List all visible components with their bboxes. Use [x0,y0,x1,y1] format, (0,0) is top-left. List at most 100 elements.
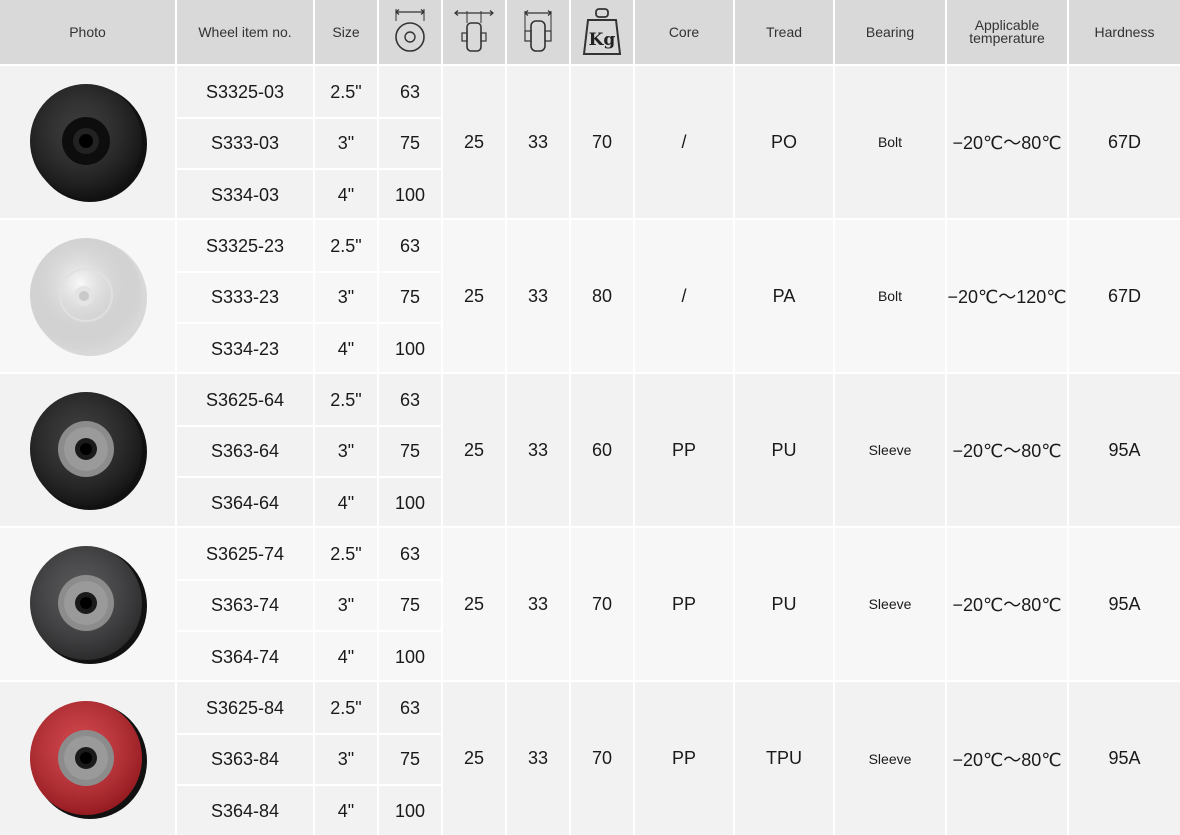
length-value: 33 [527,439,549,460]
diameter-value: 63 [399,81,421,102]
diameter-value: 63 [399,389,421,410]
diameter-value: 63 [399,697,421,718]
row-divider [177,425,441,427]
product-group: S3625-64 2.5" 63 S363-64 3" 75 S364-64 4" 100 25 3… [0,374,1180,526]
hardness-value: 95A [1108,439,1141,460]
hardness-value: 95A [1108,748,1141,768]
header-hardness: Hardness [1069,0,1180,64]
tread-value: PO [770,131,797,152]
bearing-value: Sleeve [868,596,912,612]
hardness-value: 67D [1107,285,1142,306]
tread-value: PA [772,285,796,306]
size-value: 2.5" [330,81,362,102]
length-value: 33 [527,131,549,152]
temperature-value: −20℃～80℃ [952,441,1062,461]
item-number: S363-64 [210,440,280,461]
load-value: 70 [591,593,613,614]
item-number: S3325-23 [205,235,285,256]
header-core: Core [635,0,733,64]
wheel-width-icon [443,0,505,64]
diameter-value: 63 [399,543,421,564]
size-value: 4" [337,492,355,513]
tread-value: PU [771,439,797,460]
length-value: 33 [527,748,549,768]
size-value: 2.5" [330,543,362,564]
bearing-value: Sleeve [868,750,912,767]
load-icon-text: Kg [589,30,616,50]
item-number: S333-03 [210,132,280,153]
load-value: 60 [591,439,613,460]
width-value: 25 [463,285,485,306]
size-value: 4" [337,646,355,667]
diameter-value: 75 [399,748,421,769]
row-divider [177,117,441,119]
temperature-value: −20℃～120℃ [947,287,1067,307]
bearing-value: Bolt [877,134,903,150]
row-divider [177,784,441,786]
item-number: S3625-74 [205,543,285,564]
temperature-value: −20℃～80℃ [952,749,1062,770]
product-group: S3325-03 2.5" 63 S333-03 3" 75 S334-03 4" 100 25 3… [0,66,1180,218]
header-tread: Tread [735,0,833,64]
temperature-value: −20℃～80℃ [952,595,1062,615]
row-divider [177,168,441,170]
item-number: S364-74 [210,646,280,667]
product-group: S3625-74 2.5" 63 S363-74 3" 75 S364-74 4" 100 25 3… [0,528,1180,680]
product-group: S3325-23 2.5" 63 S333-23 3" 75 S334-23 4" 100 25 3… [0,220,1180,372]
core-value: / [681,131,687,152]
bearing-value: Bolt [877,288,903,304]
core-value: PP [671,439,696,460]
row-divider [177,322,441,324]
header-photo: Photo [0,0,175,64]
load-value: 70 [591,748,613,768]
header-bearing: Bearing [835,0,945,64]
item-number: S334-03 [210,184,280,205]
size-value: 4" [337,338,355,359]
diameter-value: 100 [394,646,426,667]
load-value: 70 [591,131,613,152]
hardness-value: 95A [1108,593,1141,614]
load-value: 80 [591,285,613,306]
load-weight-icon: Kg [571,0,633,64]
header-size: Size [315,0,377,64]
diameter-value: 75 [399,594,421,615]
core-value: / [681,285,687,306]
size-value: 3" [337,440,355,461]
item-number: S364-64 [210,492,280,513]
hub-length-icon [507,0,569,64]
diameter-value: 75 [399,286,421,307]
diameter-value: 75 [399,132,421,153]
size-value: 3" [337,132,355,153]
length-value: 33 [527,593,549,614]
width-value: 25 [463,439,485,460]
item-number: S364-84 [210,800,280,821]
size-value: 2.5" [330,697,362,718]
diameter-value: 100 [394,492,426,513]
dark-grey-wheel-image [0,528,175,680]
red-wheel-image [0,682,175,835]
diameter-value: 75 [399,440,421,461]
item-number: S363-74 [210,594,280,615]
black-wheel-image [0,66,175,218]
diameter-value: 100 [394,800,426,821]
item-number: S3625-64 [205,389,285,410]
white-wheel-image [0,220,175,372]
diameter-value: 100 [394,338,426,359]
item-number: S363-84 [210,748,280,769]
item-number: S333-23 [210,286,280,307]
tread-value: TPU [766,748,802,768]
product-group: S3625-84 2.5" 63 S363-84 3" 75 S364-84 4" 100 25 3… [0,682,1180,835]
length-value: 33 [527,285,549,306]
row-divider [177,476,441,478]
size-value: 3" [337,594,355,615]
header-item-no: Wheel item no. [177,0,313,64]
width-value: 25 [463,131,485,152]
core-value: PP [671,748,696,768]
header-temperature: Applicable temperature [947,0,1067,64]
temperature-value: −20℃～80℃ [952,133,1062,153]
tread-value: PU [771,593,797,614]
size-value: 4" [337,184,355,205]
size-value: 2.5" [330,389,362,410]
bearing-value: Sleeve [868,442,912,458]
hardness-value: 67D [1107,131,1142,152]
